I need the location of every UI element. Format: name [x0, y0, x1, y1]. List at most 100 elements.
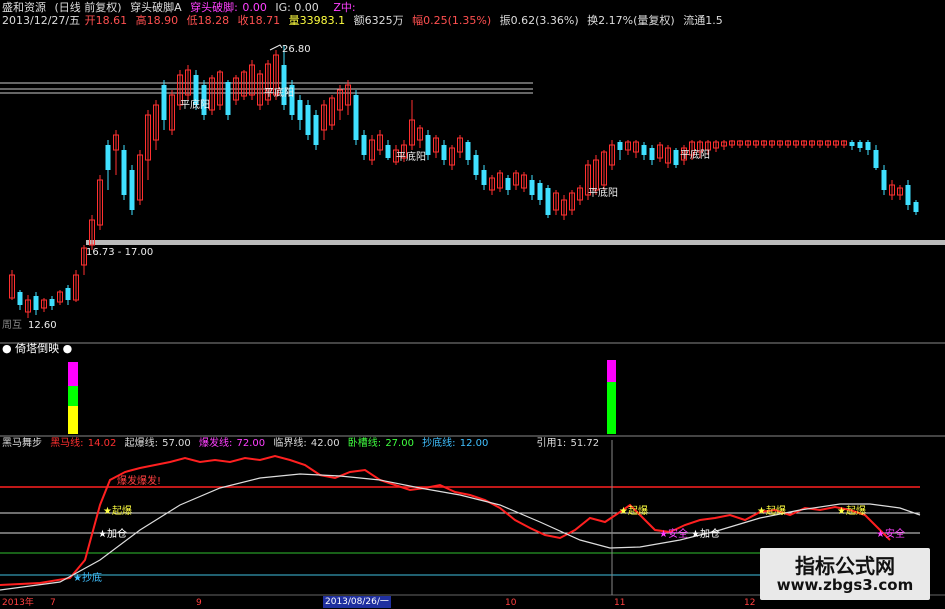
wocao-label: 卧槽线: — [347, 438, 382, 449]
candle-body — [353, 95, 359, 140]
candle-body — [545, 188, 551, 215]
pingdiyang-label: 平底阳 — [680, 150, 710, 161]
low-prefix: 周互 — [2, 320, 22, 331]
stock-name: 盛和资源 — [2, 1, 46, 14]
ig-value: IG: 0.00 — [275, 1, 319, 14]
qibao-mark: ★起爆 — [757, 506, 786, 517]
xaxis-tick: 11 — [614, 598, 626, 608]
candle-body — [913, 202, 919, 212]
float-value: 流通1.5 — [683, 14, 723, 27]
xaxis-tick: 2013年 — [2, 598, 34, 608]
watermark-badge: 指标公式网 www.zbgs3.com — [760, 548, 930, 600]
chaodi-label: 抄底线: — [422, 438, 456, 449]
qibao-mark: ★起爆 — [619, 506, 648, 517]
candle-body — [905, 185, 911, 205]
panel3-title: 黑马舞步 — [2, 438, 42, 449]
signal-bar-magenta — [607, 360, 616, 382]
pingdiyang-label: 平底阳 — [180, 100, 210, 111]
indicator2-value: 0.00 — [242, 1, 267, 14]
candle-body — [225, 82, 231, 115]
anquan-mark: ★安全 — [876, 529, 905, 540]
xaxis-tick: 7 — [50, 598, 56, 608]
linjie-value: 42.00 — [310, 438, 340, 449]
date-label: 2013/12/27/五 — [2, 14, 81, 27]
candle-body — [649, 148, 655, 160]
yinyong-label: 引用1: — [536, 438, 567, 449]
watermark-title: 指标公式网 — [795, 554, 895, 578]
panel3-header: 黑马舞步 黑马线: 14.02 起爆线: 57.00 爆发线: 72.00 临界… — [2, 437, 604, 450]
signal-bar-green — [607, 382, 616, 434]
candle-body — [313, 115, 319, 145]
candle-body — [465, 142, 471, 160]
candle-body — [481, 170, 487, 185]
amplitude-value: 振0.62(3.36%) — [499, 14, 579, 27]
candle-body — [857, 142, 863, 148]
xaxis-tick: 10 — [505, 598, 517, 608]
high-price: 高18.90 — [135, 14, 179, 27]
candle-body — [361, 135, 367, 155]
support-band-label: 16.73 - 17.00 — [86, 247, 154, 258]
support-band — [86, 240, 945, 245]
signal-bar-magenta — [68, 362, 78, 386]
pingdiyang-label: 平底阳 — [588, 188, 618, 199]
close-price: 收18.71 — [237, 14, 281, 27]
candle-body — [65, 288, 71, 300]
candle-body — [425, 135, 431, 155]
linjie-label: 临界线: — [273, 438, 307, 449]
high-mark-arrow — [269, 44, 283, 51]
watermark-url: www.zbgs3.com — [776, 576, 914, 594]
candle-body — [441, 145, 447, 160]
low-price-mark: 12.60 — [28, 320, 57, 331]
qibao-label: 起爆线: — [124, 438, 158, 449]
signal-bar-green — [68, 386, 78, 406]
baofa-label-mark: 爆发爆发! — [117, 476, 162, 487]
candle-body — [33, 296, 39, 310]
header-row-2: 2013/12/27/五 开18.61 高18.90 低18.28 收18.71… — [2, 14, 728, 27]
header-row-1: 盛和资源 (日线 前复权) 穿头破脚A 穿头破脚: 0.00 IG: 0.00 … — [2, 1, 361, 14]
candle-body — [617, 142, 623, 150]
yinyong-value: 51.72 — [570, 438, 600, 449]
baofa-label: 爆发线: — [198, 438, 233, 449]
anquan-mark: ★安全 — [659, 529, 688, 540]
xaxis-tick: 12 — [744, 598, 756, 608]
candle-body — [849, 142, 855, 146]
qibao-mark: ★起爆 — [837, 506, 866, 517]
low-price: 低18.28 — [186, 14, 230, 27]
high-price-mark: 26.80 — [282, 44, 311, 55]
candle-body — [385, 145, 391, 158]
turnover-value: 换2.17%(量复权) — [587, 14, 675, 27]
candle-body — [641, 145, 647, 155]
baofa-value: 72.00 — [236, 438, 266, 449]
heima-value: 14.02 — [87, 438, 117, 449]
qibao-value: 57.00 — [162, 438, 191, 449]
candle-body — [537, 183, 543, 200]
period-label[interactable]: (日线 前复权) — [55, 1, 122, 14]
amount-value: 额6325万 — [353, 14, 404, 27]
candle-body — [49, 299, 55, 306]
candle-body — [673, 150, 679, 165]
chaodi-mark: ★抄底 — [73, 573, 102, 584]
signal-bar-yellow — [68, 406, 78, 434]
heima-label: 黑马线: — [50, 438, 84, 449]
candle-body — [297, 100, 303, 120]
candle-body — [129, 170, 135, 210]
chaodi-value: 12.00 — [459, 438, 489, 449]
open-price: 开18.61 — [84, 14, 128, 27]
candle-body — [305, 105, 311, 135]
indicator-name[interactable]: 穿头破脚A — [130, 1, 182, 14]
chart-canvas[interactable] — [0, 0, 945, 609]
candle-body — [473, 155, 479, 175]
candle-body — [505, 178, 511, 190]
candle-body — [873, 150, 879, 168]
pingdiyang-label: 平底阳 — [396, 152, 426, 163]
candle-body — [105, 145, 111, 170]
volume-value: 量33983.1 — [288, 14, 346, 27]
indicator2-label: 穿头破脚: — [190, 1, 238, 14]
candle-body — [17, 292, 23, 305]
jiacang-mark: ★加仓 — [691, 529, 720, 540]
candle-body — [529, 180, 535, 195]
jiacang-mark: ★加仓 — [98, 529, 127, 540]
panel2-title: ● 倚塔倒映 ● — [2, 342, 73, 355]
candle-body — [865, 142, 871, 150]
pingdiyang-label: 平底阳 — [264, 88, 294, 99]
